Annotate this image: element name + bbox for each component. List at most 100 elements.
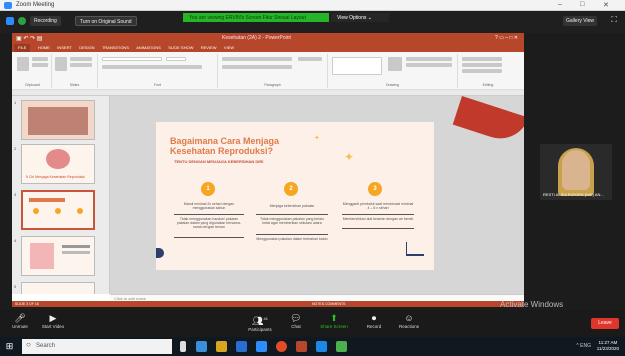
divider bbox=[174, 237, 244, 238]
ribbon-group-clipboard[interactable]: Clipboard bbox=[14, 54, 52, 88]
tab-insert[interactable]: INSERT bbox=[57, 44, 72, 52]
slide-thumbnail-pane[interactable]: 1 2 5 Ciri Menjaga Kesehatan Reproduksi … bbox=[12, 96, 110, 294]
slide-title: Bagaimana Cara Menjaga Kesehatan Reprodu… bbox=[170, 136, 280, 156]
taskbar-clock[interactable]: 11:27 AM 11/23/2020 bbox=[597, 340, 619, 352]
start-video-button[interactable]: ▶︎ Start Video bbox=[36, 313, 70, 329]
shared-powerpoint-window: ▣ ↶ ↷ ▤ Kesehatan (2A) 2 - PowerPoint ? … bbox=[12, 33, 524, 301]
slide-thumbnail-5[interactable] bbox=[21, 282, 95, 294]
recording-dot-icon bbox=[18, 17, 26, 25]
close-button[interactable]: ✕ bbox=[603, 1, 609, 9]
notes-comments-buttons[interactable]: NOTES COMMENTS bbox=[312, 302, 345, 306]
participant-name: RESTI ALISA RIZKIRA (NIK) AN... bbox=[543, 192, 604, 197]
slide-thumbnail-1[interactable] bbox=[21, 100, 95, 140]
powerpoint-taskbar-icon[interactable] bbox=[296, 341, 307, 352]
fullscreen-icon[interactable]: ⛶ bbox=[611, 15, 617, 25]
step-3-text-a: Mengganti pembalut saat menstruasi minim… bbox=[342, 202, 414, 210]
taskbar-search-input[interactable]: Search bbox=[22, 339, 172, 354]
tab-design[interactable]: DESIGN bbox=[79, 44, 94, 52]
tab-file[interactable]: FILE bbox=[14, 44, 31, 52]
divider bbox=[256, 234, 328, 235]
divider bbox=[342, 214, 414, 215]
ribbon-group-font[interactable]: Font bbox=[98, 54, 218, 88]
red-ribbon-decoration bbox=[452, 96, 524, 147]
current-slide[interactable]: Bagaimana Cara Menjaga Kesehatan Reprodu… bbox=[156, 122, 434, 270]
ribbon-group-slides[interactable]: Slides bbox=[52, 54, 98, 88]
tab-review[interactable]: REVIEW bbox=[201, 44, 217, 52]
windows-taskbar: ⊞ Search ○ ^ ENG 11:27 AM 11/23/2020 bbox=[0, 337, 625, 356]
ppt-window-controls[interactable]: ? ▭ – □ ✕ bbox=[495, 35, 518, 41]
zoom-logo-icon bbox=[4, 2, 12, 9]
reactions-button[interactable]: ☺︎ Reactions bbox=[394, 313, 424, 329]
share-screen-icon: ⬆︎ bbox=[330, 313, 338, 323]
step-2-text-a: Menjaga kebersihan pakaian bbox=[269, 204, 315, 208]
task-view-icon[interactable] bbox=[180, 341, 186, 352]
video-camera-icon: ▶︎ bbox=[49, 313, 57, 323]
participants-icon: 👥︎41 bbox=[252, 316, 268, 326]
participant-video-tile[interactable]: RESTI ALISA RIZKIRA (NIK) AN... bbox=[540, 144, 612, 200]
participants-button[interactable]: 👥︎41 Participants bbox=[242, 313, 278, 332]
slide-thumbnail-2[interactable]: 5 Ciri Menjaga Kesehatan Reproduksi bbox=[21, 144, 95, 184]
ppt-ribbon: Clipboard Slides Font Paragraph Drawing bbox=[12, 52, 524, 90]
zoom-taskbar-icon[interactable] bbox=[256, 341, 267, 352]
participant-face bbox=[562, 150, 590, 190]
leaf-decoration bbox=[156, 248, 164, 258]
store-icon[interactable] bbox=[236, 341, 247, 352]
windows-start-icon[interactable]: ⊞ bbox=[0, 337, 19, 356]
ppt-window-title: Kesehatan (2A) 2 - PowerPoint bbox=[222, 35, 291, 41]
system-tray[interactable]: ^ ENG bbox=[576, 343, 591, 349]
tab-view[interactable]: VIEW bbox=[224, 44, 234, 52]
slide-counter: SLIDE 3 OF 16 bbox=[15, 302, 39, 306]
step-2-text-b: Tidak menggunakan pakaian yang terlalu k… bbox=[260, 217, 324, 225]
divider bbox=[342, 228, 414, 229]
view-options-button[interactable]: View Options ⌄ bbox=[331, 13, 389, 22]
tab-slide-show[interactable]: SLIDE SHOW bbox=[168, 44, 193, 52]
shield-icon[interactable] bbox=[6, 17, 14, 25]
quick-access-icons[interactable]: ▣ ↶ ↷ ▤ bbox=[16, 35, 42, 42]
app-taskbar-icon[interactable] bbox=[316, 341, 327, 352]
slide-thumbnail-3-selected[interactable] bbox=[21, 190, 95, 230]
file-explorer-icon[interactable] bbox=[216, 341, 227, 352]
thumb-number: 5 bbox=[14, 284, 17, 289]
microphone-icon: 🎤︎ bbox=[14, 313, 26, 323]
record-icon: ⏺︎ bbox=[371, 313, 377, 323]
divider bbox=[256, 214, 328, 215]
step-number-2: 2 bbox=[284, 182, 298, 196]
minimize-button[interactable]: – bbox=[558, 1, 562, 8]
step-2-text-c: Menggunakan pakaian dalam berbahan katun bbox=[256, 237, 328, 241]
search-icon: ○ bbox=[26, 340, 31, 349]
thumb-number: 1 bbox=[14, 100, 17, 105]
zoom-share-toolbar: Recording Turn on Original Sound You are… bbox=[0, 11, 625, 33]
maximize-button[interactable]: □ bbox=[580, 1, 584, 8]
ppt-status-bar: SLIDE 3 OF 16 NOTES COMMENTS bbox=[12, 301, 524, 307]
leave-meeting-button[interactable]: Leave bbox=[591, 318, 619, 329]
thumb-number: 2 bbox=[14, 146, 17, 151]
ribbon-group-paragraph[interactable]: Paragraph bbox=[218, 54, 328, 88]
ribbon-group-drawing[interactable]: Drawing bbox=[328, 54, 458, 88]
notes-pane[interactable]: Click to add notes bbox=[110, 294, 524, 301]
plant-decoration bbox=[406, 242, 424, 256]
thumb-number: 3 bbox=[14, 192, 17, 197]
slide-editing-canvas: Bagaimana Cara Menjaga Kesehatan Reprodu… bbox=[110, 96, 524, 294]
tab-transitions[interactable]: TRANSITIONS bbox=[102, 44, 129, 52]
chat-icon: 💬︎ bbox=[290, 313, 302, 323]
tab-animations[interactable]: ANIMATIONS bbox=[136, 44, 161, 52]
gallery-view-button[interactable]: Gallery View bbox=[563, 16, 597, 26]
app-taskbar-icon[interactable] bbox=[336, 341, 347, 352]
original-sound-button[interactable]: Turn on Original Sound bbox=[75, 16, 137, 26]
zoom-window-titlebar: Zoom Meeting – □ ✕ bbox=[0, 0, 625, 11]
share-screen-button[interactable]: ⬆︎ Share Screen bbox=[316, 313, 352, 329]
reactions-icon: ☺︎ bbox=[404, 313, 414, 323]
chrome-icon[interactable] bbox=[276, 341, 287, 352]
recording-indicator[interactable]: Recording bbox=[30, 16, 61, 26]
step-1-text-b: Tidak menggunakan handuk/ pakaian pakaia… bbox=[176, 217, 242, 229]
viewing-screen-banner: You are viewing ERVIN's Screen Fitur Ses… bbox=[183, 13, 329, 22]
step-number-3: 3 bbox=[368, 182, 382, 196]
thumb-number: 4 bbox=[14, 238, 17, 243]
record-button[interactable]: ⏺︎ Record bbox=[362, 313, 386, 329]
edge-browser-icon[interactable] bbox=[196, 341, 207, 352]
unmute-button[interactable]: 🎤︎ Unmute bbox=[8, 313, 32, 329]
slide-thumbnail-4[interactable] bbox=[21, 236, 95, 276]
tab-home[interactable]: HOME bbox=[38, 44, 50, 52]
ribbon-group-editing[interactable]: Editing bbox=[458, 54, 518, 88]
chat-button[interactable]: 💬︎ Chat bbox=[284, 313, 308, 329]
